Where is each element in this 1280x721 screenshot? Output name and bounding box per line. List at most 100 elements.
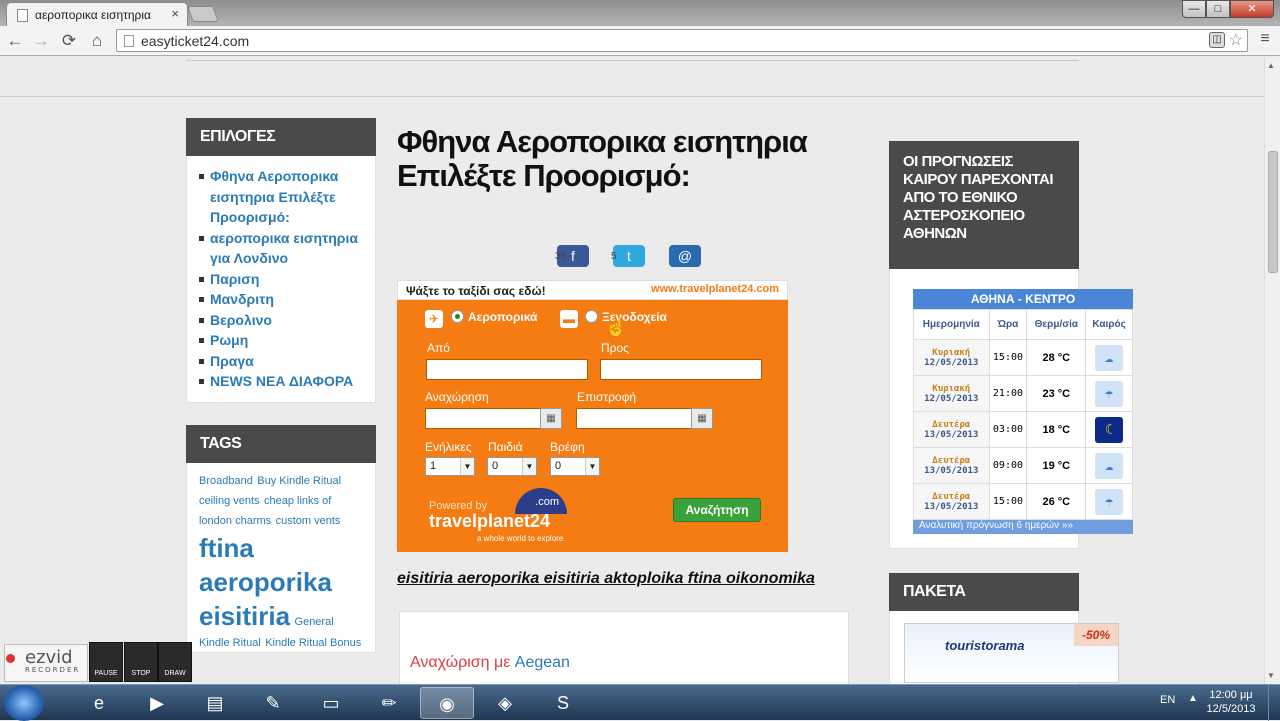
radio-flights-label: Αεροπορικά: [468, 310, 538, 324]
sidebar-link[interactable]: NEWS ΝΕΑ ΔΙΑΦΟΡΑ: [199, 371, 365, 392]
new-tab-button[interactable]: [187, 6, 219, 22]
radio-hotels-indicator[interactable]: [585, 310, 598, 323]
sidebar-link[interactable]: Μανδριτη: [199, 289, 365, 310]
tag-link[interactable]: Kindle Ritual: [199, 637, 261, 649]
touristorama-banner[interactable]: touristorama -50%: [904, 623, 1119, 683]
children-select[interactable]: 0 ▼: [487, 457, 537, 476]
travelplanet-tagline: a whole world to explore: [477, 534, 564, 543]
extension-icon[interactable]: ◫: [1209, 32, 1225, 48]
header-divider: [186, 57, 1079, 61]
widget-title-paketa: ΠΑΚΕΤΑ: [889, 573, 1079, 611]
sidebar-link[interactable]: Παριση: [199, 269, 365, 290]
email-share-icon[interactable]: @: [669, 245, 701, 267]
touristorama-logo-text: touristorama: [945, 638, 1025, 653]
tag-link[interactable]: Broadband: [199, 475, 253, 487]
scroll-down-icon[interactable]: ▼: [1267, 671, 1275, 680]
search-button[interactable]: Αναζήτηση: [673, 498, 761, 522]
bookmark-star-icon[interactable]: ☆: [1229, 30, 1243, 50]
ie-icon[interactable]: e: [72, 687, 126, 719]
start-button[interactable]: [4, 685, 44, 721]
calendar-icon[interactable]: ▦: [691, 408, 713, 429]
tag-link[interactable]: General: [295, 616, 334, 628]
recorder-icon[interactable]: ◈: [478, 687, 532, 719]
infants-select[interactable]: 0 ▼: [550, 457, 600, 476]
show-desktop-button[interactable]: [1268, 685, 1280, 721]
address-bar[interactable]: easyticket24.com ◫ ☆: [116, 29, 1248, 52]
weather-row: Δευτέρα 13/05/2013 09:00 19 °C ☁: [913, 447, 1133, 484]
radio-flights[interactable]: Αεροπορικά: [451, 310, 537, 324]
weather-more-link[interactable]: Αναλυτική πρόγνωση 6 ημερών »»: [913, 520, 1133, 534]
tag-link[interactable]: aeroporika: [199, 567, 332, 597]
seo-link[interactable]: eisitiria aeroporika eisitiria aktoploik…: [397, 570, 815, 588]
calendar-icon[interactable]: ▦: [540, 408, 562, 429]
weather-date-cell: Δευτέρα 13/05/2013: [913, 411, 990, 448]
home-icon[interactable]: ⌂: [86, 30, 108, 52]
adults-select[interactable]: 1 ▼: [425, 457, 475, 476]
tag-link[interactable]: Kindle Ritual Bonus: [265, 637, 361, 649]
tools-icon[interactable]: ✎: [246, 687, 300, 719]
weather-table-box: ΑΘΗΝΑ - ΚΕΝΤΡΟ Ημερομηνία Ώρα Θερμ/σία Καιρ…: [913, 289, 1133, 534]
language-indicator[interactable]: EN: [1160, 694, 1175, 706]
weather-icon-cell: ☂: [1085, 483, 1133, 520]
browser-tab[interactable]: αεροπορικα εισητηρια ×: [6, 2, 188, 26]
system-clock[interactable]: 12:00 μμ 12/5/2013: [1196, 688, 1266, 716]
widget-epiloges: ΕΠΙΛΟΓΕΣ Φθηνα Αεροπορικα εισητηρια Επιλ…: [186, 118, 376, 403]
sidebar-link[interactable]: Βερολινο: [199, 310, 365, 331]
tab-close-icon[interactable]: ×: [171, 6, 179, 21]
weather-day: Κυριακή: [932, 383, 971, 394]
ezvid-pause-button[interactable]: PAUSE: [89, 642, 123, 682]
return-date-input[interactable]: ▦: [576, 408, 713, 429]
tag-link[interactable]: eisitiria: [199, 601, 290, 631]
tag-link[interactable]: ceiling vents: [199, 495, 260, 507]
widget-paketa: ΠΑΚΕΤΑ touristorama -50%: [889, 573, 1119, 684]
facebook-count: 36: [555, 251, 567, 262]
weather-date: 12/05/2013: [924, 357, 979, 368]
weather-column-header: Ημερομηνία: [913, 309, 990, 340]
explorer-icon[interactable]: ▤: [188, 687, 242, 719]
sidebar-link[interactable]: Φθηνα Αεροπορικα εισητηρια Επιλέξτε Προο…: [199, 166, 365, 228]
departure-label: Αναχώριση με: [410, 654, 511, 671]
chrome-icon[interactable]: ◉: [420, 687, 474, 719]
travelplanet-link[interactable]: www.travelplanet24.com: [651, 283, 779, 295]
sidebar-link[interactable]: αεροπορικα εισητηρια για Λονδινο: [199, 228, 365, 269]
weather-time-cell: 15:00: [988, 483, 1028, 520]
media-player-icon[interactable]: ▶: [130, 687, 184, 719]
vertical-scrollbar[interactable]: ▲ ▼: [1264, 57, 1280, 684]
scrollbar-thumb[interactable]: [1268, 151, 1278, 273]
notepad-icon[interactable]: ▭: [304, 687, 358, 719]
back-icon[interactable]: ←: [4, 30, 26, 52]
departure-date-input[interactable]: ▦: [425, 408, 562, 429]
tag-link[interactable]: custom vents: [276, 515, 341, 527]
ezvid-draw-button[interactable]: DRAW: [158, 642, 192, 682]
radio-flights-indicator[interactable]: [451, 310, 464, 323]
close-window-button[interactable]: ✕: [1230, 0, 1274, 18]
forward-icon[interactable]: →: [30, 30, 52, 52]
children-value: 0: [492, 460, 499, 472]
sidebar-link[interactable]: Ρωμη: [199, 330, 365, 351]
weather-time-cell: 15:00: [988, 339, 1028, 376]
departure-airline[interactable]: Aegean: [515, 654, 570, 671]
skype-icon[interactable]: S: [536, 687, 590, 719]
maximize-button[interactable]: □: [1206, 0, 1230, 18]
from-input[interactable]: [426, 359, 588, 380]
share-bar: f 36 t 5 @: [555, 245, 717, 269]
chevron-down-icon: ▼: [585, 458, 599, 475]
ezvid-stop-button[interactable]: STOP: [124, 642, 158, 682]
minimize-button[interactable]: —: [1182, 0, 1206, 18]
reload-icon[interactable]: ⟳: [58, 30, 80, 52]
weather-table-body: Κυριακή 12/05/2013 15:00 28 °C ☁ Κυριακή 12/05…: [913, 339, 1133, 520]
scroll-up-icon[interactable]: ▲: [1267, 61, 1275, 70]
pencil-icon[interactable]: ✏: [362, 687, 416, 719]
weather-date: 12/05/2013: [924, 393, 979, 404]
paketa-body: touristorama -50%: [889, 611, 1119, 684]
widget-title-tags: TAGS: [186, 424, 376, 463]
tag-link[interactable]: ftina: [199, 533, 254, 563]
tag-link[interactable]: Buy Kindle Ritual: [257, 475, 341, 487]
wrench-menu-icon[interactable]: ≡: [1254, 30, 1276, 52]
to-input[interactable]: [600, 359, 762, 380]
discount-badge: -50%: [1074, 624, 1118, 646]
sidebar-link[interactable]: Πραγα: [199, 351, 365, 372]
tab-title: αεροπορικα εισητηρια: [35, 8, 151, 22]
weather-date-cell: Κυριακή 12/05/2013: [913, 339, 990, 376]
twitter-share-icon[interactable]: t: [613, 245, 645, 267]
